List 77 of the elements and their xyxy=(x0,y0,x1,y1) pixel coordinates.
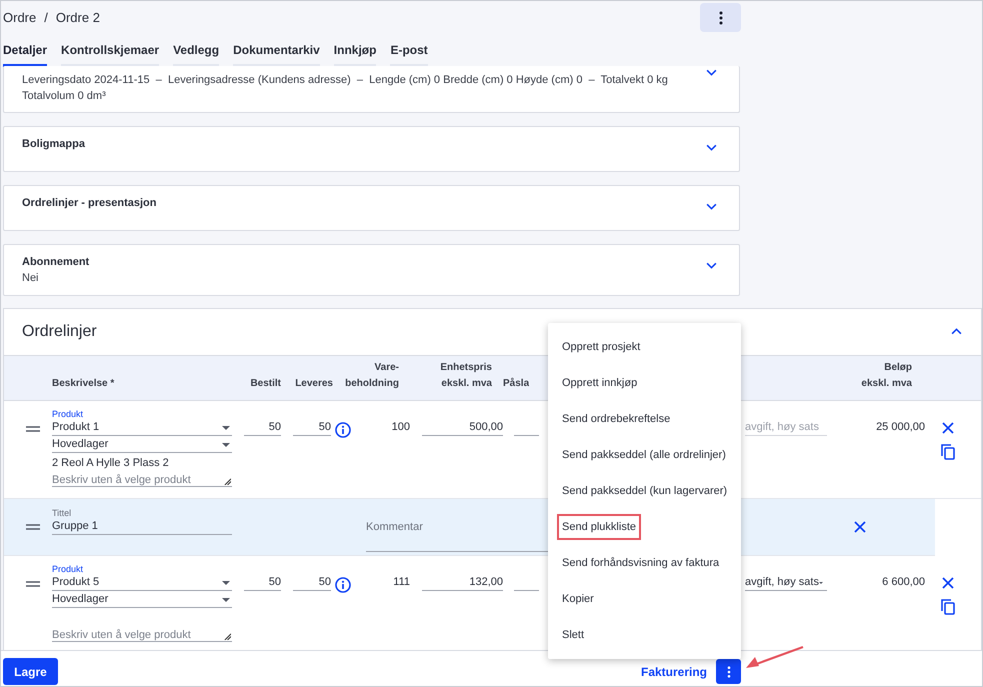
description-field[interactable]: Beskriv uten å velge produkt xyxy=(52,473,232,487)
invoicing-link[interactable]: Fakturering xyxy=(641,663,708,681)
column-header: Beskrivelse * xyxy=(52,377,116,391)
caret-icon xyxy=(222,598,230,602)
column-header: Vare- beholdning xyxy=(344,361,399,391)
breadcrumb-link[interactable]: Ordre xyxy=(3,8,36,28)
quantity-field[interactable]: 50 xyxy=(293,420,331,436)
close-icon[interactable] xyxy=(942,422,954,434)
stock-value: 100 xyxy=(390,420,410,435)
column-header: Påsla xyxy=(503,376,529,391)
section-summary: Leveringsdato 2024-11-15 – Leveringsadresse (Kundens adresse) – Lengde (cm) 0 Bredde (cm) 0 Høyde (cm) 0 – Totalvekt 0 kg xyxy=(22,73,668,88)
menu-item[interactable]: Slett xyxy=(557,622,590,648)
quantity-field[interactable]: 50 xyxy=(244,420,281,436)
section-title: Boligmappa xyxy=(22,137,85,152)
menu-item[interactable]: Send forhåndsvisning av faktura xyxy=(557,550,724,576)
menu-item[interactable]: Opprett prosjekt xyxy=(557,334,646,360)
more-button[interactable] xyxy=(700,3,741,32)
quantity-field[interactable]: 50 xyxy=(244,575,281,591)
info-icon[interactable] xyxy=(335,422,351,438)
caret-icon xyxy=(222,580,230,584)
expand-icon[interactable] xyxy=(706,144,717,151)
amount-value: 25 000,00 xyxy=(875,420,925,435)
select-field[interactable]: Hovedlager xyxy=(52,592,232,608)
breadcrumb-separator: / xyxy=(44,9,48,27)
caret-icon xyxy=(222,426,230,430)
field-label: Tittel xyxy=(52,508,72,519)
price-field[interactable]: 132,00 xyxy=(422,575,503,591)
stock-value: 111 xyxy=(392,575,410,590)
more-icon xyxy=(718,10,722,24)
section-title: Ordrelinjer - presentasjon xyxy=(22,196,156,211)
amount-value: 6 600,00 xyxy=(881,575,925,590)
field-label: Produkt xyxy=(52,409,84,420)
select-field[interactable]: Produkt 1 xyxy=(52,420,232,436)
more-button[interactable] xyxy=(716,659,741,684)
price-field[interactable]: 500,00 xyxy=(422,420,503,436)
column-header: Leveres xyxy=(294,377,333,391)
panel-title: Ordrelinjer xyxy=(22,322,97,342)
select-field[interactable]: Hovedlager xyxy=(52,437,232,453)
column-header: Enhetspris ekskl. mva xyxy=(439,361,492,391)
expand-icon[interactable] xyxy=(706,262,717,269)
quantity-field[interactable]: 50 xyxy=(293,575,331,591)
caret-icon xyxy=(222,442,230,446)
expand-icon[interactable] xyxy=(706,69,717,76)
section-summary: Nei xyxy=(22,271,39,286)
info-icon[interactable] xyxy=(335,577,351,593)
section-title: Abonnement xyxy=(22,255,90,270)
location-text: 2 Reol A Hylle 3 Plass 2 xyxy=(52,456,170,471)
menu-item[interactable]: Kopier xyxy=(557,586,599,612)
menu-item[interactable]: Send ordrebekreftelse xyxy=(557,406,676,432)
close-icon[interactable] xyxy=(854,521,866,533)
title-field[interactable]: Gruppe 1 xyxy=(52,519,232,535)
save-button[interactable]: Lagre xyxy=(3,658,58,685)
menu-item[interactable]: Send pakkseddel (alle ordrelinjer) xyxy=(557,442,731,468)
section-summary: Totalvolum 0 dm³ xyxy=(22,89,106,104)
copy-icon[interactable] xyxy=(941,599,955,615)
drag-handle-icon[interactable] xyxy=(26,524,40,530)
collapse-icon[interactable] xyxy=(951,328,962,335)
annotation-arrow xyxy=(745,645,805,671)
caret-icon xyxy=(818,580,823,584)
vat-select[interactable]: avgift, høy sats xyxy=(745,575,827,591)
close-icon[interactable] xyxy=(942,577,954,589)
expand-icon[interactable] xyxy=(706,203,717,210)
select-field[interactable]: Produkt 5 xyxy=(52,575,232,591)
drag-handle-icon[interactable] xyxy=(26,426,40,432)
drag-handle-icon[interactable] xyxy=(26,581,40,587)
menu-item[interactable]: Send pakkseddel (kun lagervarer) xyxy=(557,478,732,504)
copy-icon[interactable] xyxy=(941,444,955,460)
resize-grip-icon xyxy=(224,633,231,640)
more-icon xyxy=(726,666,730,678)
column-header: Beløp ekskl. mva xyxy=(860,361,912,391)
description-field[interactable]: Beskriv uten å velge produkt xyxy=(52,628,232,642)
resize-grip-icon xyxy=(224,478,231,485)
menu-item[interactable]: Send plukkliste xyxy=(557,514,641,540)
column-header: Bestilt xyxy=(249,377,281,391)
field-label: Produkt xyxy=(52,564,84,575)
menu-item[interactable]: Opprett innkjøp xyxy=(557,370,642,396)
breadcrumb-current: Ordre 2 xyxy=(56,9,100,27)
